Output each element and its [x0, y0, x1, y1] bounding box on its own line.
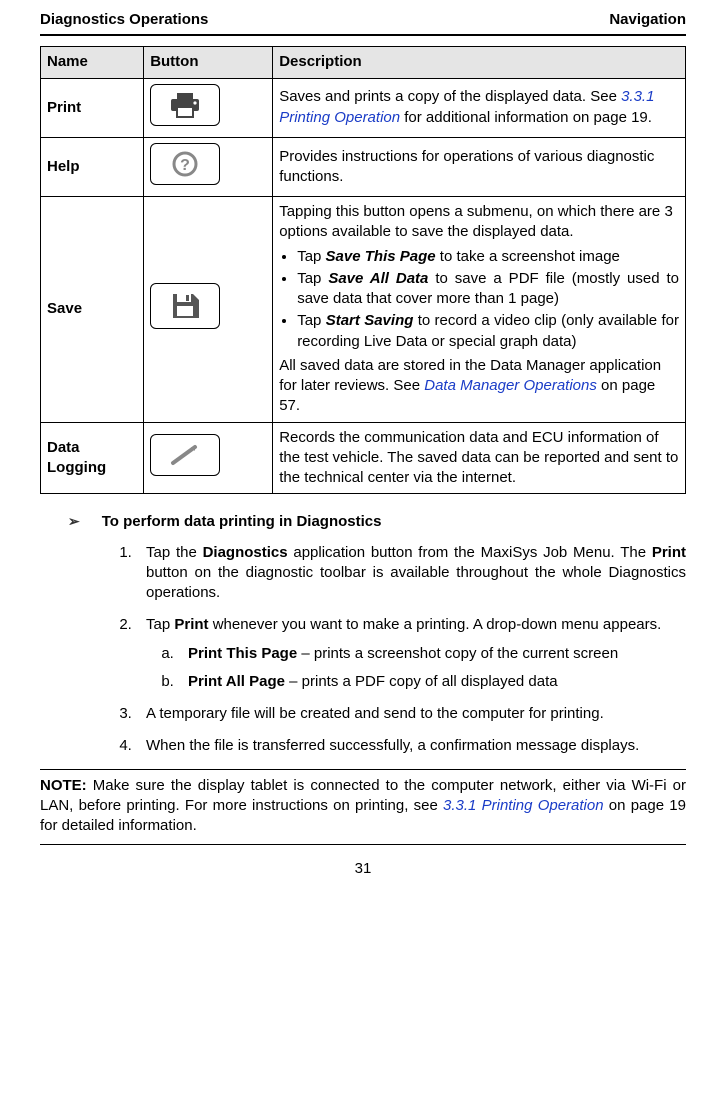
- list-item: Tap Save This Page to take a screenshot …: [297, 247, 679, 267]
- page-number: 31: [40, 859, 686, 879]
- row-name: Data Logging: [41, 422, 144, 494]
- save-options-list: Tap Save This Page to take a screenshot …: [279, 247, 679, 352]
- header-right: Navigation: [609, 10, 686, 30]
- list-item: Tap the Diagnostics application button f…: [136, 543, 686, 604]
- table-row: Help ? Provides instructions for operati…: [41, 137, 686, 196]
- divider: [40, 769, 686, 770]
- row-button-cell: [144, 197, 273, 423]
- th-description: Description: [273, 47, 686, 78]
- list-item: Tap Print whenever you want to make a pr…: [136, 615, 686, 692]
- th-button: Button: [144, 47, 273, 78]
- row-desc: Records the communication data and ECU i…: [273, 422, 686, 494]
- row-name: Help: [41, 137, 144, 196]
- toolbar-table: Name Button Description Print Saves and …: [40, 46, 686, 494]
- row-button-cell: [144, 78, 273, 137]
- row-name: Save: [41, 197, 144, 423]
- list-item: Tap Start Saving to record a video clip …: [297, 311, 679, 352]
- row-button-cell: ?: [144, 137, 273, 196]
- link-data-manager[interactable]: Data Manager Operations: [424, 377, 597, 394]
- row-button-cell: [144, 422, 273, 494]
- table-row: Print Saves and prints a copy of the dis…: [41, 78, 686, 137]
- heading-text: To perform data printing in Diagnostics: [102, 512, 382, 532]
- table-row: Data Logging Records the communication d…: [41, 422, 686, 494]
- th-name: Name: [41, 47, 144, 78]
- list-item: Print All Page – prints a PDF copy of al…: [178, 672, 686, 692]
- help-icon: ?: [150, 143, 220, 185]
- chevron-right-icon: ➢: [68, 512, 80, 531]
- data-logging-icon: [150, 434, 220, 476]
- note-block: NOTE: Make sure the display tablet is co…: [40, 776, 686, 837]
- svg-text:?: ?: [180, 157, 190, 174]
- steps-list: Tap the Diagnostics application button f…: [110, 543, 686, 757]
- table-header-row: Name Button Description: [41, 47, 686, 78]
- row-desc: Provides instructions for operations of …: [273, 137, 686, 196]
- row-name: Print: [41, 78, 144, 137]
- page-header: Diagnostics Operations Navigation: [40, 10, 686, 36]
- sub-list: Print This Page – prints a screenshot co…: [152, 644, 686, 693]
- table-row: Save Tapping this button opens a submenu…: [41, 197, 686, 423]
- list-item: When the file is transferred successfull…: [136, 736, 686, 756]
- note-label: NOTE:: [40, 777, 87, 794]
- page: Diagnostics Operations Navigation Name B…: [0, 0, 726, 900]
- save-icon: [150, 283, 220, 329]
- section-heading: ➢ To perform data printing in Diagnostic…: [68, 512, 686, 532]
- print-icon: [150, 84, 220, 126]
- row-desc: Tapping this button opens a submenu, on …: [273, 197, 686, 423]
- list-item: Print This Page – prints a screenshot co…: [178, 644, 686, 664]
- row-desc: Saves and prints a copy of the displayed…: [273, 78, 686, 137]
- header-left: Diagnostics Operations: [40, 10, 208, 30]
- list-item: A temporary file will be created and sen…: [136, 704, 686, 724]
- divider: [40, 844, 686, 845]
- link-printing-operation-note[interactable]: 3.3.1 Printing Operation: [443, 797, 604, 814]
- list-item: Tap Save All Data to save a PDF file (mo…: [297, 269, 679, 310]
